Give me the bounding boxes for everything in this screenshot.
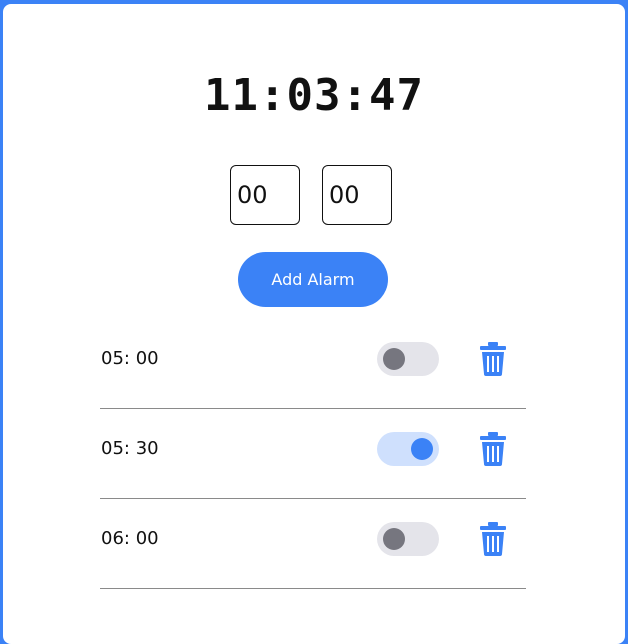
current-time-display: 11:03:47 — [204, 70, 424, 121]
alarm-toggle[interactable] — [377, 522, 439, 556]
alarm-time-inputs — [230, 165, 400, 227]
toggle-knob — [383, 348, 405, 370]
trash-icon[interactable] — [480, 342, 506, 376]
alarm-list: 05: 00 05: 30 06: 00 — [100, 320, 526, 590]
alarm-time: 05: 30 — [101, 438, 159, 459]
alarm-item: 05: 30 — [100, 410, 526, 499]
trash-icon[interactable] — [480, 522, 506, 556]
alarm-item: 05: 00 — [100, 320, 526, 409]
alarm-toggle[interactable] — [377, 432, 439, 466]
toggle-knob — [411, 438, 433, 460]
toggle-knob — [383, 528, 405, 550]
add-alarm-button[interactable]: Add Alarm — [238, 252, 388, 307]
alarm-time: 06: 00 — [101, 528, 159, 549]
hours-input[interactable] — [230, 165, 300, 225]
alarm-time: 05: 00 — [101, 348, 159, 369]
alarm-toggle[interactable] — [377, 342, 439, 376]
alarm-item: 06: 00 — [100, 500, 526, 589]
minutes-input[interactable] — [322, 165, 392, 225]
trash-icon[interactable] — [480, 432, 506, 466]
